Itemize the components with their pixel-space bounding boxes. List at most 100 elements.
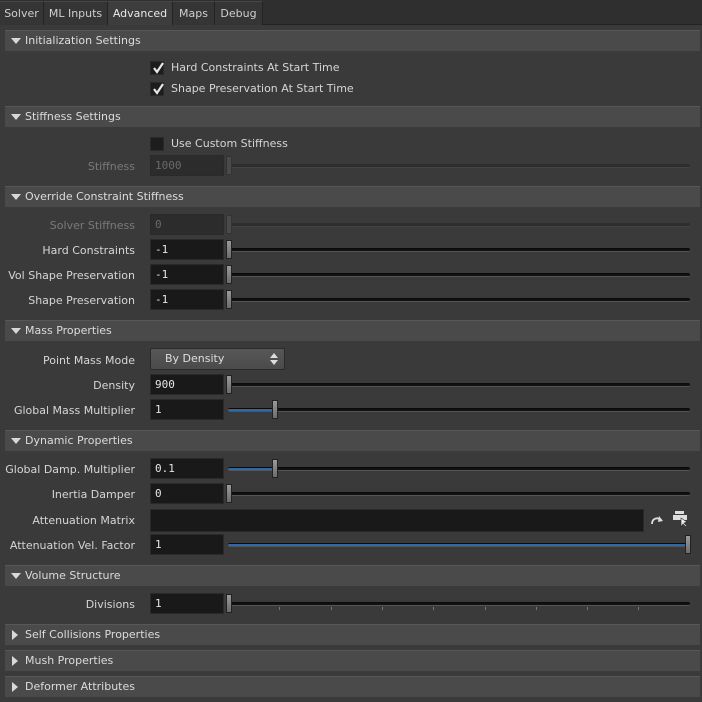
slider-tick-mark xyxy=(433,607,435,610)
checkmark-icon xyxy=(153,62,164,74)
expanded-triangle-icon xyxy=(11,328,21,334)
vol-shape-preservation-label: Vol Shape Preservation xyxy=(8,269,135,282)
use-custom-stiffness-checkbox[interactable] xyxy=(150,137,164,151)
solver-stiffness-field: 0 xyxy=(150,214,224,235)
density-slider[interactable] xyxy=(228,383,690,387)
section-title: Self Collisions Properties xyxy=(25,628,161,641)
attenuation-vel-factor-slider-handle[interactable] xyxy=(685,535,691,554)
global-mass-multiplier-slider[interactable] xyxy=(228,408,690,412)
divisions-field[interactable]: 1 xyxy=(150,593,224,614)
inertia-damper-field[interactable]: 0 xyxy=(150,483,224,504)
updown-arrows-icon xyxy=(270,353,278,365)
section-title: Stiffness Settings xyxy=(25,110,121,123)
solver-stiffness-label: Solver Stiffness xyxy=(49,219,135,232)
collapsed-triangle-icon xyxy=(12,656,18,666)
tab-ml-inputs[interactable]: ML Inputs xyxy=(44,1,108,25)
inertia-damper-slider-handle[interactable] xyxy=(226,484,232,503)
section-mush-properties[interactable]: Mush Properties xyxy=(5,650,700,671)
stiffness-slider xyxy=(228,164,690,168)
hard-constraints-start-checkbox[interactable] xyxy=(150,61,164,75)
collapsed-triangle-icon xyxy=(12,682,18,692)
section-title: Override Constraint Stiffness xyxy=(25,190,184,203)
slider-tick-mark xyxy=(587,607,589,610)
slider-tick-mark xyxy=(330,607,332,610)
global-mass-multiplier-label: Global Mass Multiplier xyxy=(13,404,135,417)
slider-tick-mark xyxy=(279,607,281,610)
section-volume-structure[interactable]: Volume Structure xyxy=(5,565,700,586)
expanded-triangle-icon xyxy=(11,573,21,579)
divisions-label: Divisions xyxy=(85,598,135,611)
collapsed-triangle-icon xyxy=(12,630,18,640)
shape-preservation-slider[interactable] xyxy=(228,298,690,302)
density-slider-handle[interactable] xyxy=(226,375,232,394)
divisions-slider[interactable] xyxy=(228,602,690,606)
hard-constraints-slider[interactable] xyxy=(228,248,690,252)
use-custom-stiffness-label: Use Custom Stiffness xyxy=(171,137,288,150)
vol-shape-preservation-slider[interactable] xyxy=(228,273,690,277)
slider-tick-mark xyxy=(638,607,640,610)
shape-preservation-slider-handle[interactable] xyxy=(226,290,232,309)
checkmark-icon xyxy=(153,83,164,95)
shape-preservation-field[interactable]: -1 xyxy=(150,289,224,310)
section-override-constraint-stiffness[interactable]: Override Constraint Stiffness xyxy=(5,186,700,207)
section-deformer-attributes[interactable]: Deformer Attributes xyxy=(5,676,700,697)
slider-tick-mark xyxy=(535,607,537,610)
section-title: Dynamic Properties xyxy=(25,434,133,447)
shape-preservation-label: Shape Preservation xyxy=(28,294,135,307)
slider-fill xyxy=(228,544,690,546)
section-title: Initialization Settings xyxy=(25,34,141,47)
stiffness-label: Stiffness xyxy=(87,160,135,173)
stiffness-slider-handle xyxy=(226,156,232,175)
attenuation-vel-factor-label: Attenuation Vel. Factor xyxy=(9,539,135,552)
section-stiffness-settings[interactable]: Stiffness Settings xyxy=(5,106,700,127)
slider-tick-mark xyxy=(484,607,486,610)
section-title: Deformer Attributes xyxy=(25,680,135,693)
section-title: Volume Structure xyxy=(25,569,121,582)
hard-constraints-slider-handle[interactable] xyxy=(226,240,232,259)
attenuation-matrix-label: Attenuation Matrix xyxy=(32,514,135,527)
attenuation-matrix-field[interactable] xyxy=(150,509,644,532)
slider-tick-mark xyxy=(381,607,383,610)
section-title: Mush Properties xyxy=(25,654,114,667)
slider-fill xyxy=(228,468,275,470)
point-mass-mode-label: Point Mass Mode xyxy=(43,354,135,367)
inertia-damper-label: Inertia Damper xyxy=(51,488,135,501)
global-mass-multiplier-slider-handle[interactable] xyxy=(272,400,278,419)
attenuation-vel-factor-field[interactable]: 1 xyxy=(150,534,224,555)
tab-maps[interactable]: Maps xyxy=(173,1,215,25)
tab-solver[interactable]: Solver xyxy=(0,1,44,25)
node-picker-icon[interactable] xyxy=(672,510,690,528)
density-label: Density xyxy=(93,379,135,392)
slider-fill xyxy=(228,409,275,411)
tab-debug[interactable]: Debug xyxy=(215,1,263,25)
inertia-damper-slider[interactable] xyxy=(228,492,690,496)
section-mass-properties[interactable]: Mass Properties xyxy=(5,320,700,341)
attenuation-vel-factor-slider[interactable] xyxy=(228,543,690,547)
hard-constraints-label: Hard Constraints xyxy=(42,244,135,257)
redo-arrow-icon[interactable] xyxy=(649,513,665,527)
global-damp-multiplier-slider-handle[interactable] xyxy=(272,459,278,478)
solver-stiffness-slider xyxy=(228,223,690,227)
global-damp-multiplier-field[interactable]: 0.1 xyxy=(150,458,224,479)
point-mass-mode-value: By Density xyxy=(165,352,225,365)
section-dynamic-properties[interactable]: Dynamic Properties xyxy=(5,430,700,451)
section-self-collisions-properties[interactable]: Self Collisions Properties xyxy=(5,624,700,645)
expanded-triangle-icon xyxy=(11,38,21,44)
vol-shape-preservation-field[interactable]: -1 xyxy=(150,264,224,285)
shape-preservation-start-checkbox[interactable] xyxy=(150,82,164,96)
point-mass-mode-dropdown[interactable]: By Density xyxy=(150,348,285,370)
stiffness-field: 1000 xyxy=(150,155,224,176)
expanded-triangle-icon xyxy=(11,438,21,444)
density-field[interactable]: 900 xyxy=(150,374,224,395)
global-damp-multiplier-slider[interactable] xyxy=(228,467,690,471)
tab-advanced[interactable]: Advanced xyxy=(108,1,173,25)
section-initialization-settings[interactable]: Initialization Settings xyxy=(5,30,700,51)
solver-stiffness-slider-handle xyxy=(226,215,232,234)
divisions-slider-handle[interactable] xyxy=(226,594,232,613)
global-damp-multiplier-label: Global Damp. Multiplier xyxy=(5,463,135,476)
vol-shape-preservation-slider-handle[interactable] xyxy=(226,265,232,284)
expanded-triangle-icon xyxy=(11,194,21,200)
expanded-triangle-icon xyxy=(11,114,21,120)
global-mass-multiplier-field[interactable]: 1 xyxy=(150,399,224,420)
hard-constraints-field[interactable]: -1 xyxy=(150,239,224,260)
